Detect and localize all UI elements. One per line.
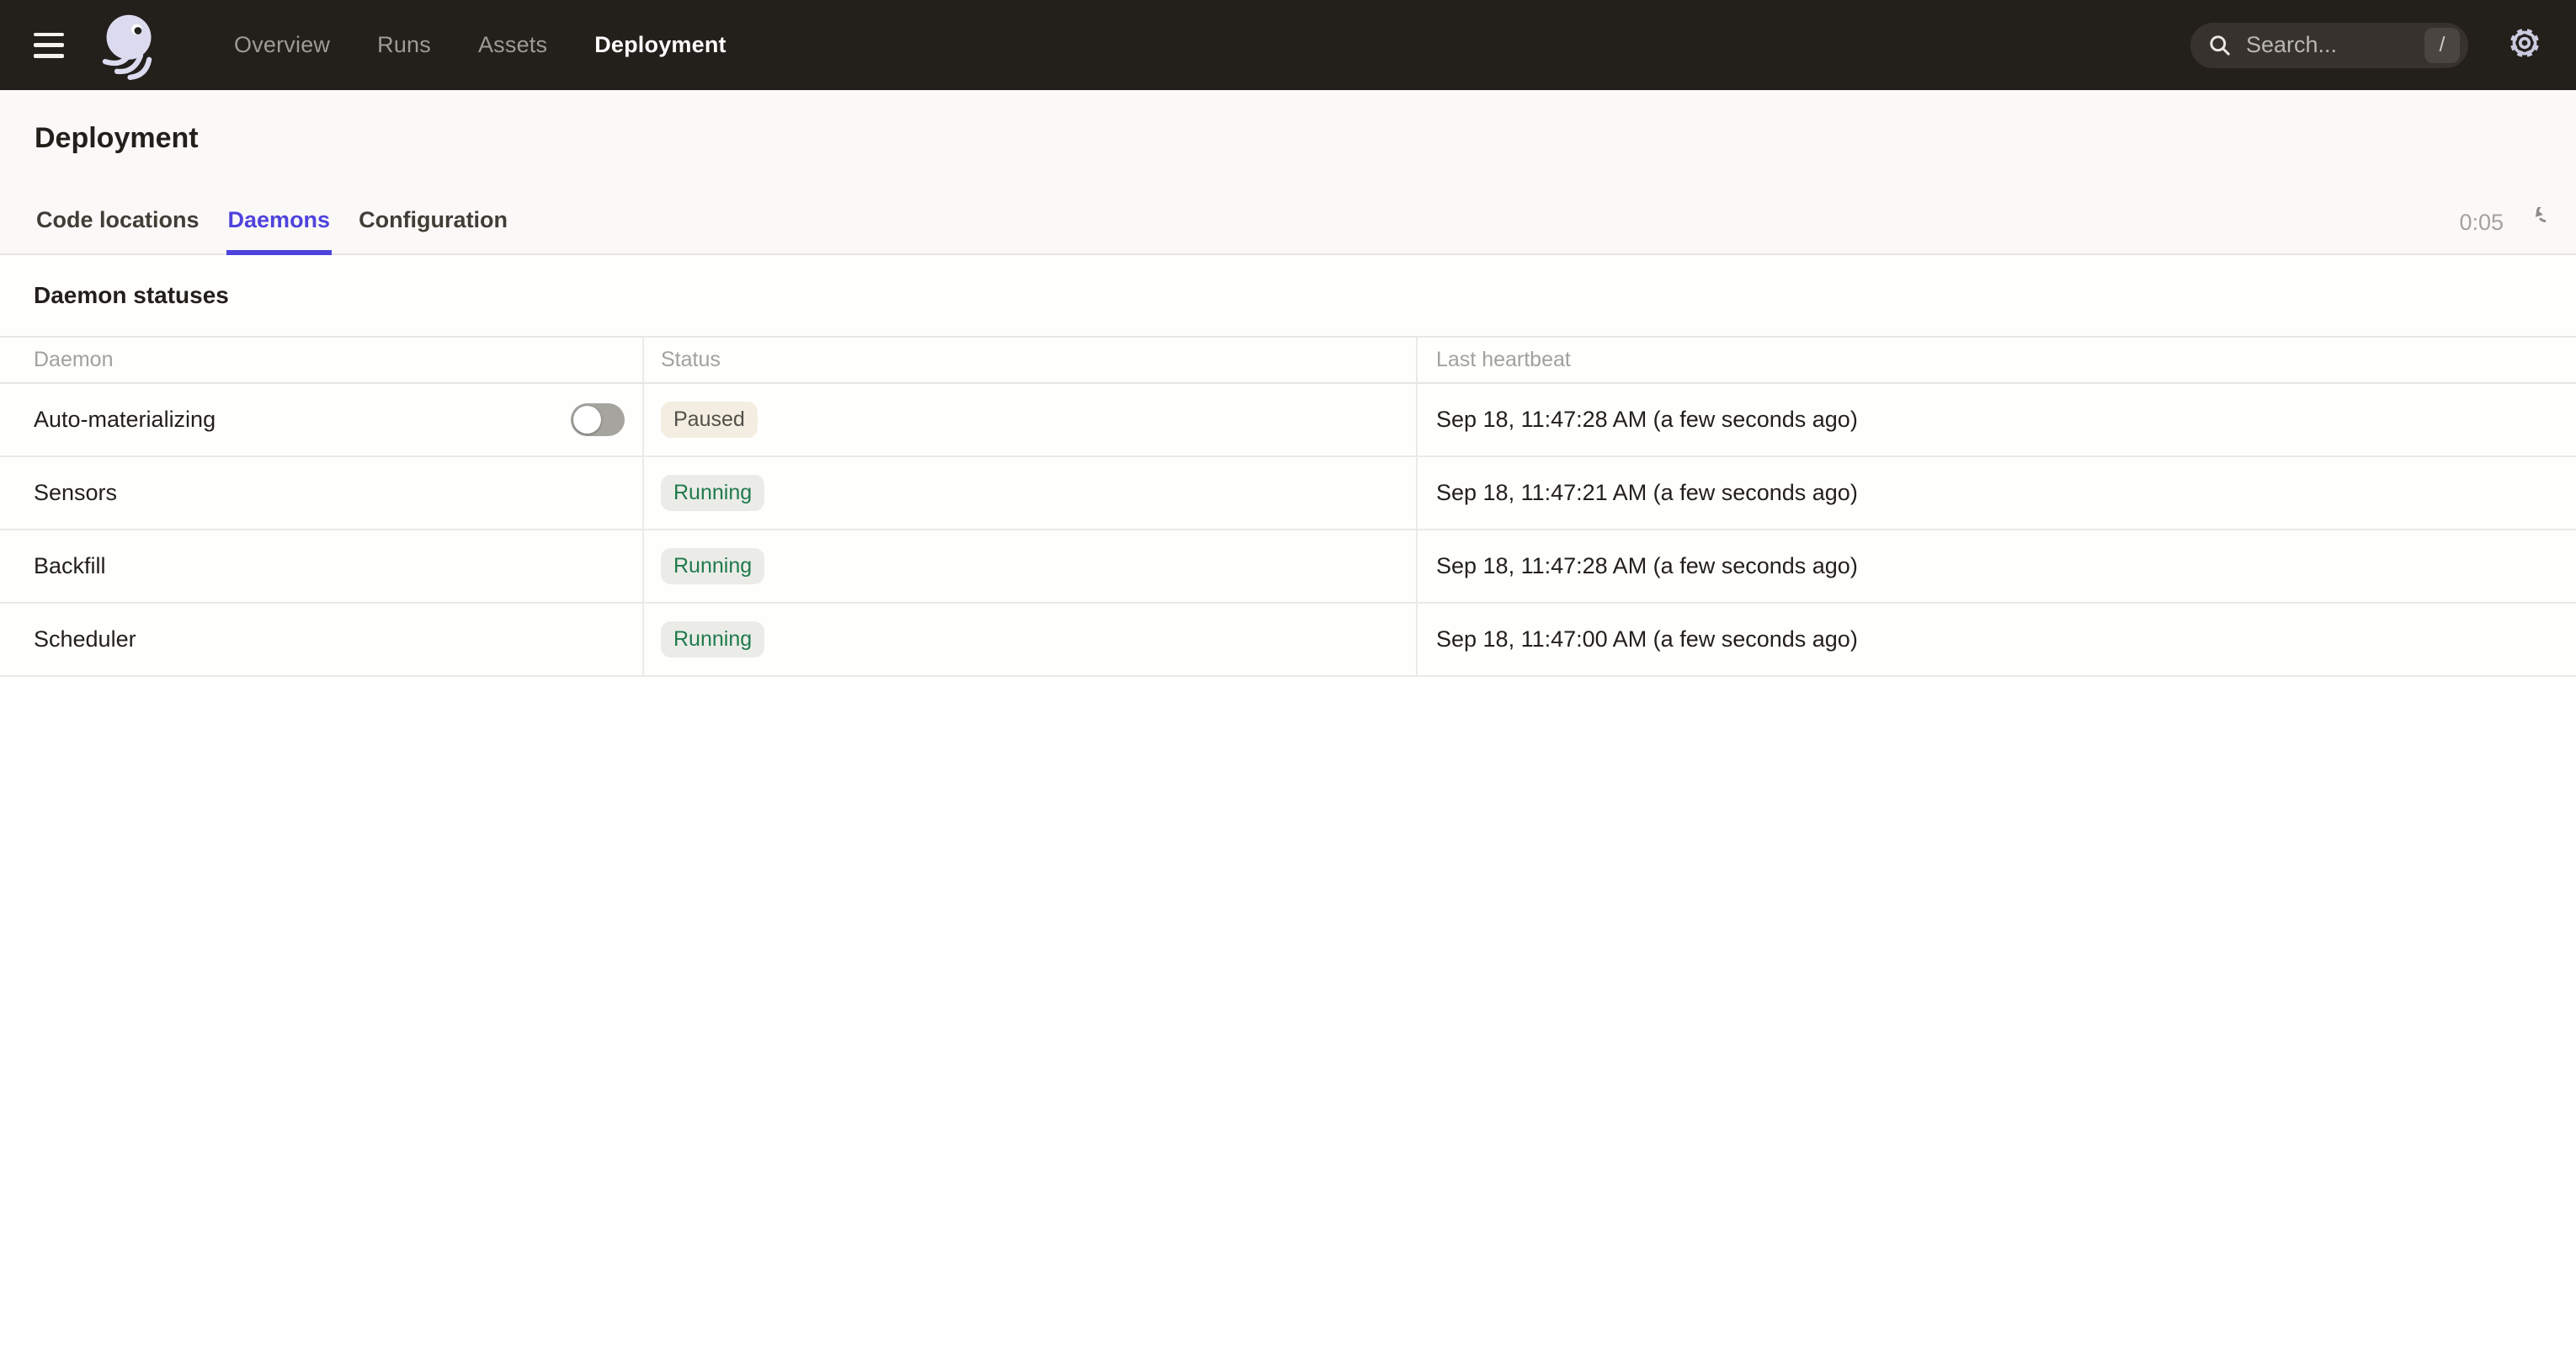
daemon-status-table: Daemon Status Last heartbeat Auto-materi…	[0, 336, 2576, 677]
slash-shortcut-key: /	[2424, 28, 2460, 63]
tab-configuration[interactable]: Configuration	[357, 207, 509, 253]
daemon-name: Sensors	[34, 480, 117, 506]
daemon-name: Auto-materializing	[34, 407, 216, 433]
refresh-countdown: 0:05	[2459, 210, 2504, 236]
refresh-icon	[2519, 207, 2546, 238]
page-header: Deployment Code locations Daemons Config…	[0, 90, 2576, 255]
status-badge: Running	[661, 621, 764, 658]
daemon-name: Backfill	[34, 553, 106, 579]
col-header-status: Status	[644, 338, 1418, 382]
page-title: Deployment	[35, 122, 199, 155]
table-row: Scheduler Running Sep 18, 11:47:00 AM (a…	[0, 604, 2576, 677]
col-header-last-heartbeat: Last heartbeat	[1418, 338, 2576, 382]
status-badge: Paused	[661, 402, 758, 438]
gear-icon	[2507, 25, 2542, 65]
nav-overview[interactable]: Overview	[234, 32, 330, 58]
search-input[interactable]	[2246, 32, 2424, 58]
search-box[interactable]: /	[2190, 23, 2468, 68]
last-heartbeat: Sep 18, 11:47:28 AM (a few seconds ago)	[1418, 530, 2576, 602]
nav-deployment[interactable]: Deployment	[594, 32, 726, 58]
table-row: Sensors Running Sep 18, 11:47:21 AM (a f…	[0, 457, 2576, 530]
daemon-name: Scheduler	[34, 626, 136, 653]
top-navbar: Overview Runs Assets Deployment /	[0, 0, 2576, 90]
auto-materializing-toggle[interactable]	[571, 403, 625, 436]
toggle-knob	[573, 406, 601, 434]
app-window: Overview Runs Assets Deployment /	[0, 0, 2576, 1369]
table-row: Backfill Running Sep 18, 11:47:28 AM (a …	[0, 530, 2576, 604]
col-header-daemon: Daemon	[0, 338, 644, 382]
table-header-row: Daemon Status Last heartbeat	[0, 338, 2576, 384]
last-heartbeat: Sep 18, 11:47:28 AM (a few seconds ago)	[1418, 384, 2576, 455]
settings-button[interactable]	[2507, 25, 2542, 65]
refresh-area: 0:05	[2459, 207, 2546, 238]
tab-bar: Code locations Daemons Configuration	[35, 207, 509, 253]
status-badge: Running	[661, 475, 764, 511]
main-content: Daemon statuses Daemon Status Last heart…	[0, 255, 2576, 677]
section-heading: Daemon statuses	[0, 255, 2576, 336]
primary-nav: Overview Runs Assets Deployment	[234, 32, 726, 58]
tab-code-locations[interactable]: Code locations	[35, 207, 201, 253]
status-badge: Running	[661, 548, 764, 584]
table-row: Auto-materializing Paused Sep 18, 11:47:…	[0, 384, 2576, 457]
topbar-right: /	[2190, 23, 2542, 68]
last-heartbeat: Sep 18, 11:47:21 AM (a few seconds ago)	[1418, 457, 2576, 529]
dagster-logo-icon[interactable]	[96, 9, 162, 82]
tab-daemons[interactable]: Daemons	[226, 207, 333, 253]
nav-runs[interactable]: Runs	[377, 32, 431, 58]
refresh-button[interactable]	[2519, 207, 2546, 238]
last-heartbeat: Sep 18, 11:47:00 AM (a few seconds ago)	[1418, 604, 2576, 675]
nav-assets[interactable]: Assets	[478, 32, 547, 58]
search-icon	[2206, 31, 2234, 60]
menu-icon[interactable]	[34, 33, 64, 58]
